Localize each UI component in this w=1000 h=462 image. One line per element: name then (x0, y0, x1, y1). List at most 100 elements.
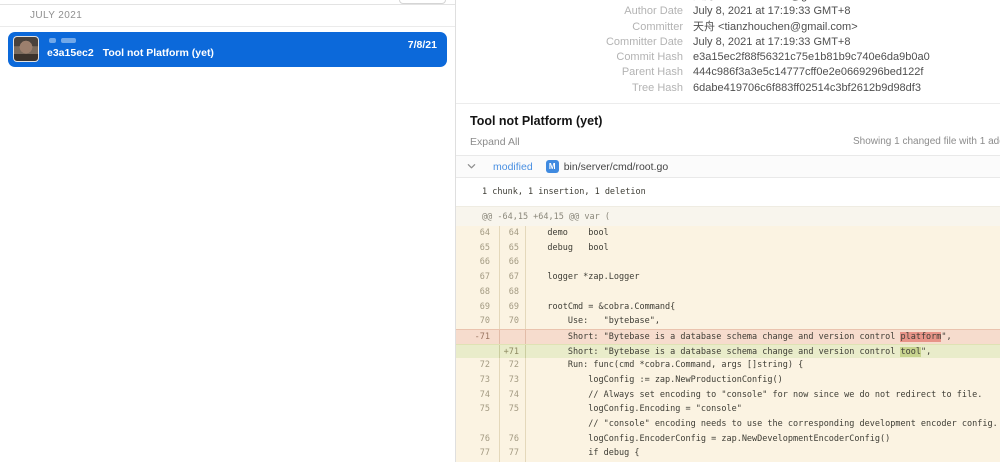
new-line-number: 66 (500, 255, 526, 270)
chunk-summary: 1 chunk, 1 insertion, 1 deletion (456, 178, 1000, 206)
diff-table: 64 64 demo bool 65 65 debug bool 66 66 6… (456, 226, 1000, 462)
commit-group-header: JULY 2021 (0, 5, 455, 27)
old-line-number: 72 (456, 358, 500, 373)
expand-all-button[interactable]: Expand All (470, 136, 520, 148)
commit-list-item-selected[interactable]: e3a15ec2 Tool not Platform (yet) 7/8/21 (8, 32, 447, 67)
meta-value: 天舟 <tianzhouchen@gmail.com> (693, 20, 858, 35)
diff-row: 77 77 if debug { (456, 446, 1000, 461)
new-line-number: 72 (500, 358, 526, 373)
diff-row: 65 65 debug bool (456, 241, 1000, 256)
diff-code-line (526, 285, 1000, 300)
word-diff-highlight: platform (900, 332, 941, 342)
commit-message: Tool not Platform (yet) (103, 47, 214, 59)
file-status-label: modified (493, 161, 533, 173)
diff-code-line: logConfig.EncoderConfig = zap.NewDevelop… (526, 432, 1000, 447)
commit-short-hash: e3a15ec2 (47, 47, 94, 59)
author-avatar (13, 36, 39, 62)
meta-row: Tree Hash 6dabe419706c6f883ff02514c3bf26… (456, 81, 1000, 96)
meta-label: Tree Hash (456, 81, 683, 96)
meta-value: July 8, 2021 at 17:19:33 GMT+8 (693, 4, 850, 19)
changed-file-row[interactable]: modified M bin/server/cmd/root.go (456, 155, 1000, 178)
diff-row: +71 Short: "Bytebase is a database schem… (456, 344, 1000, 359)
meta-label: Author Date (456, 4, 683, 19)
diff-code-line: logConfig := zap.NewProductionConfig() (526, 373, 1000, 388)
new-line-number: 70 (500, 314, 526, 329)
changes-summary: Showing 1 changed file with 1 addition a… (853, 136, 1000, 147)
old-line-number: 75 (456, 402, 500, 417)
diff-code-line: logger *zap.Logger (526, 270, 1000, 285)
diff-row: 74 74 // Always set encoding to "console… (456, 388, 1000, 403)
commit-detail-pane: Author 天舟 <tianzhouchen@gmail.com> Autho… (456, 0, 1000, 462)
chevron-down-icon[interactable] (466, 162, 476, 172)
diff-code-line: Short: "Bytebase is a database schema ch… (526, 330, 1000, 344)
diff-code-line: Short: "Bytebase is a database schema ch… (526, 345, 1000, 359)
meta-row: Commit Hash e3a15ec2f88f56321c75e1b81b9c… (456, 50, 1000, 65)
new-line-number: 77 (500, 446, 526, 461)
diff-code-line: // "console" encoding needs to use the c… (526, 417, 1000, 432)
commit-date: 7/8/21 (408, 39, 437, 51)
diff-code-line: demo bool (526, 226, 1000, 241)
old-line-number: 67 (456, 270, 500, 285)
diff-row: -71 Short: "Bytebase is a database schem… (456, 329, 1000, 344)
toolbar-control-clipped[interactable] (399, 0, 446, 4)
old-line-number: 76 (456, 432, 500, 447)
meta-value: e3a15ec2f88f56321c75e1b81b9c740e6da9b0a0 (693, 50, 930, 65)
new-line-number: 68 (500, 285, 526, 300)
new-line-number: 76 (500, 432, 526, 447)
word-diff-highlight: tool (900, 347, 920, 357)
diff-code-line (526, 255, 1000, 270)
old-line-number (456, 417, 500, 432)
old-line-number: 73 (456, 373, 500, 388)
old-line-number: 74 (456, 388, 500, 403)
new-line-number: 74 (500, 388, 526, 403)
diff-code-line: Use: "bytebase", (526, 314, 1000, 329)
commit-message-title: Tool not Platform (yet) (456, 104, 1000, 128)
new-line-number: 65 (500, 241, 526, 256)
chunk-header: @@ -64,15 +64,15 @@ var ( (456, 206, 1000, 226)
meta-row: Committer 天舟 <tianzhouchen@gmail.com> (456, 20, 1000, 35)
file-path: bin/server/cmd/root.go (564, 161, 668, 173)
new-line-number: +71 (500, 345, 526, 359)
diff-code-line: debug bool (526, 241, 1000, 256)
new-line-number: 67 (500, 270, 526, 285)
meta-row: Author Date July 8, 2021 at 17:19:33 GMT… (456, 4, 1000, 19)
diff-row: 76 76 logConfig.EncoderConfig = zap.NewD… (456, 432, 1000, 447)
old-line-number: 65 (456, 241, 500, 256)
meta-label: Committer Date (456, 35, 683, 50)
diff-row: 70 70 Use: "bytebase", (456, 314, 1000, 329)
old-line-number: 77 (456, 446, 500, 461)
new-line-number: 69 (500, 300, 526, 315)
new-line-number (500, 330, 526, 344)
old-line-number: 64 (456, 226, 500, 241)
commit-meta: Author 天舟 <tianzhouchen@gmail.com> Autho… (456, 0, 1000, 104)
old-line-number (456, 345, 500, 359)
meta-row: Parent Hash 444c986f3a3e5c14777cff0e2e06… (456, 65, 1000, 80)
diff-row: 69 69 rootCmd = &cobra.Command{ (456, 300, 1000, 315)
diff-code-line: if debug { (526, 446, 1000, 461)
diff-code-line: logConfig.Encoding = "console" (526, 402, 1000, 417)
diff-code-line: Run: func(cmd *cobra.Command, args []str… (526, 358, 1000, 373)
old-line-number: 68 (456, 285, 500, 300)
new-line-number: 73 (500, 373, 526, 388)
meta-value: July 8, 2021 at 17:19:33 GMT+8 (693, 35, 850, 50)
diff-row: // "console" encoding needs to use the c… (456, 417, 1000, 432)
diff-row: 66 66 (456, 255, 1000, 270)
meta-row: Committer Date July 8, 2021 at 17:19:33 … (456, 35, 1000, 50)
diff-code-line: // Always set encoding to "console" for … (526, 388, 1000, 403)
meta-label: Committer (456, 20, 683, 35)
commit-list-sidebar: JULY 2021 e3a15ec2 Tool not Platform (yet… (0, 0, 456, 462)
sidebar-toolbar-clipped (0, 0, 455, 5)
diff-code-line: rootCmd = &cobra.Command{ (526, 300, 1000, 315)
meta-value: 444c986f3a3e5c14777cff0e2e0669296bed122f (693, 65, 923, 80)
new-line-number: 75 (500, 402, 526, 417)
diff-row: 68 68 (456, 285, 1000, 300)
old-line-number: 70 (456, 314, 500, 329)
git-client-window: JULY 2021 e3a15ec2 Tool not Platform (yet… (0, 0, 1000, 462)
old-line-number: 66 (456, 255, 500, 270)
modified-badge-icon: M (546, 160, 559, 173)
diff-row: 72 72 Run: func(cmd *cobra.Command, args… (456, 358, 1000, 373)
old-line-number: 69 (456, 300, 500, 315)
new-line-number (500, 417, 526, 432)
diff-row: 64 64 demo bool (456, 226, 1000, 241)
meta-label: Parent Hash (456, 65, 683, 80)
